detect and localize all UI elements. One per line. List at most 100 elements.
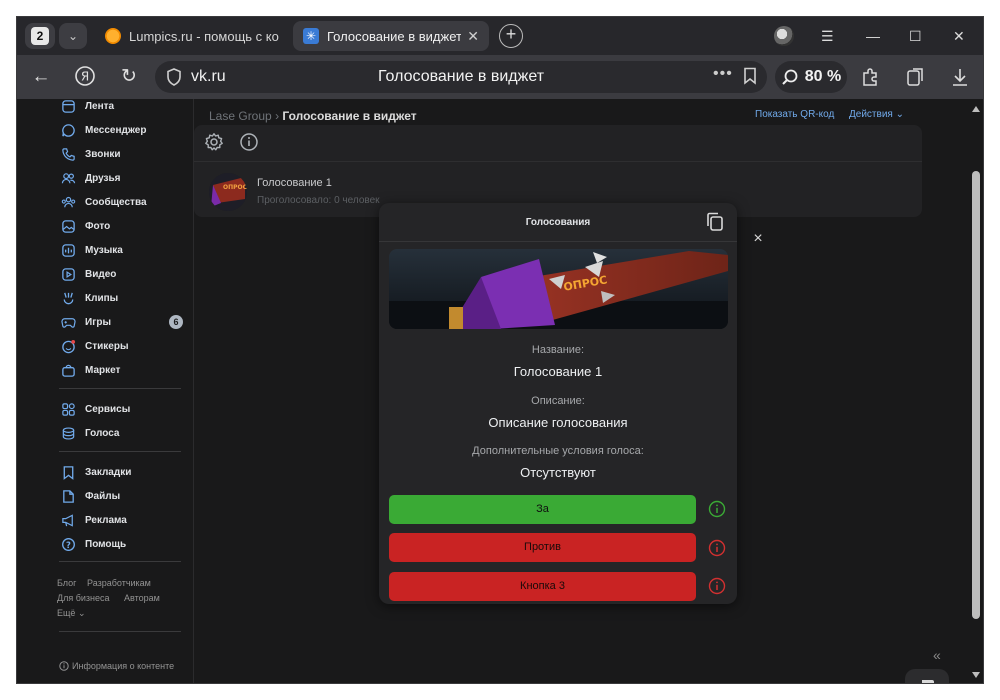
scroll-down-icon[interactable]	[971, 671, 981, 679]
tab-list-chevron-icon[interactable]: ⌄	[59, 23, 87, 49]
copy-icon[interactable]	[706, 212, 724, 232]
footer-link-more-label: Ещё	[57, 608, 76, 618]
tab-count-button[interactable]: 2	[25, 23, 55, 49]
sidebar-item-video[interactable]: Видео	[61, 264, 116, 284]
sidebar-item-calls[interactable]: Звонки	[61, 144, 121, 164]
bookmark-icon[interactable]	[743, 67, 757, 85]
footer-link-authors[interactable]: Авторам	[124, 593, 160, 603]
sidebar-item-votes[interactable]: Голоса	[61, 423, 119, 443]
extensions-icon[interactable]	[859, 66, 881, 88]
menu-icon[interactable]: ☰	[821, 25, 834, 47]
vote-button-3[interactable]: Кнопка 3	[389, 572, 696, 601]
vote-for-button[interactable]: За	[389, 495, 696, 524]
scrollbar[interactable]	[967, 99, 983, 683]
modal-title: Голосования	[525, 217, 591, 228]
sidebar-item-market[interactable]: Маркет	[61, 360, 120, 380]
sidebar-item-music[interactable]: Музыка	[61, 240, 123, 260]
reload-icon[interactable]: ↻	[117, 65, 141, 89]
browser-window: 2 ⌄ Lumpics.ru - помощь с компьютером ✳ …	[16, 16, 984, 684]
sidebar-item-label: Друзья	[85, 172, 121, 184]
chat-button[interactable]	[905, 669, 949, 683]
poll-name[interactable]: Голосование 1	[257, 177, 332, 189]
info-icon[interactable]	[708, 539, 726, 557]
profile-avatar[interactable]	[774, 26, 794, 46]
info-icon[interactable]	[239, 132, 259, 152]
gear-icon[interactable]	[204, 132, 224, 152]
tab-active-vote[interactable]: ✳ Голосование в виджет ✕	[293, 21, 489, 51]
sidebar-item-photo[interactable]: Фото	[61, 216, 110, 236]
maximize-icon[interactable]: ☐	[909, 25, 922, 47]
sidebar-item-bookmarks[interactable]: Закладки	[61, 462, 131, 482]
collections-icon[interactable]	[904, 66, 926, 88]
sidebar-item-label: Закладки	[85, 466, 132, 478]
sidebar-item-clips[interactable]: Клипы	[61, 288, 118, 308]
lumpics-favicon-icon	[105, 28, 121, 44]
sidebar-item-label: Мессенджер	[85, 124, 147, 136]
field-label-description: Описание:	[531, 395, 585, 407]
svg-text:?: ?	[66, 539, 71, 549]
sidebar-item-stickers[interactable]: Стикеры	[61, 336, 128, 356]
vote-against-button[interactable]: Против	[389, 533, 696, 562]
sidebar-item-label: Маркет	[85, 364, 121, 376]
zoom-button[interactable]: 80 %	[775, 61, 847, 93]
friends-icon	[61, 172, 76, 183]
tab-lumpics[interactable]: Lumpics.ru - помощь с компьютером	[95, 21, 289, 51]
footer-link-business[interactable]: Для бизнеса	[57, 593, 110, 603]
sidebar-item-files[interactable]: Файлы	[61, 486, 120, 506]
sidebar-divider	[59, 631, 181, 632]
sidebar-item-friends[interactable]: Друзья	[61, 168, 120, 188]
sidebar-item-label: Звонки	[85, 148, 121, 160]
breadcrumb-parent[interactable]: Lase Group	[209, 109, 272, 123]
close-modal-icon[interactable]: ×	[750, 231, 766, 247]
field-label-conditions: Дополнительные условия голоса:	[472, 445, 644, 457]
footer-link-blog[interactable]: Блог	[57, 578, 76, 588]
music-icon	[62, 243, 75, 257]
scrollbar-thumb[interactable]	[972, 171, 980, 619]
show-qr-link[interactable]: Показать QR-код	[755, 109, 834, 120]
sidebar-item-feed[interactable]: Лента	[61, 96, 114, 116]
poll-thumbnail-text: ОПРОС	[223, 184, 247, 191]
sidebar-item-label: Клипы	[85, 292, 119, 304]
clips-icon	[63, 292, 74, 304]
field-value-name: Голосование 1	[513, 364, 603, 379]
more-icon[interactable]: •••	[713, 65, 733, 83]
downloads-icon[interactable]	[949, 66, 971, 88]
tab-title: Голосование в виджет	[327, 28, 462, 44]
video-icon	[62, 267, 75, 281]
close-window-icon[interactable]: ✕	[953, 25, 965, 47]
sidebar-item-label: Файлы	[85, 490, 121, 502]
back-arrow-icon[interactable]: ←	[29, 65, 53, 89]
market-icon	[62, 364, 75, 377]
sidebar-item-help[interactable]: ? Помощь	[61, 534, 126, 554]
sidebar-item-services[interactable]: Сервисы	[61, 399, 130, 419]
collapse-panel-icon[interactable]: «	[933, 647, 941, 663]
minimize-icon[interactable]: —	[866, 25, 880, 47]
info-icon[interactable]	[708, 577, 726, 595]
url-field[interactable]: vk.ru Голосование в виджет •••	[155, 61, 767, 93]
newsfeed-icon	[62, 99, 75, 113]
modal-divider	[379, 241, 737, 242]
megaphone-image: ОПРОС	[209, 173, 247, 211]
sidebar-item-label: Стикеры	[85, 340, 129, 352]
close-tab-icon[interactable]: ✕	[467, 28, 479, 45]
sidebar-item-communities[interactable]: Сообщества	[61, 192, 147, 212]
info-icon[interactable]	[708, 500, 726, 518]
poll-cover-image: ОПРОС	[389, 249, 728, 329]
zoom-level: 80 %	[804, 68, 842, 85]
yandex-icon[interactable]: Я	[73, 65, 97, 89]
polls-modal: Голосования ОПРОС Название: Голосование …	[379, 203, 737, 604]
new-tab-button[interactable]: +	[499, 24, 523, 48]
poll-thumbnail[interactable]: ОПРОС	[209, 173, 247, 211]
url-page-title: Голосование в виджет	[377, 68, 545, 85]
sidebar-divider	[59, 561, 181, 562]
stickers-icon	[62, 339, 76, 353]
scroll-up-icon[interactable]	[971, 105, 981, 113]
sidebar-item-label: Реклама	[85, 514, 127, 526]
footer-link-more[interactable]: Ещё ⌄	[57, 608, 85, 619]
actions-dropdown[interactable]: Действия ⌄	[849, 109, 904, 120]
sidebar-item-ads[interactable]: Реклама	[61, 510, 127, 530]
sidebar-item-games[interactable]: Игры	[61, 312, 111, 332]
footer-link-developers[interactable]: Разработчикам	[87, 578, 151, 588]
sidebar-item-messenger[interactable]: Мессенджер	[61, 120, 146, 140]
content-info-link[interactable]: Информация о контенте	[59, 661, 174, 671]
